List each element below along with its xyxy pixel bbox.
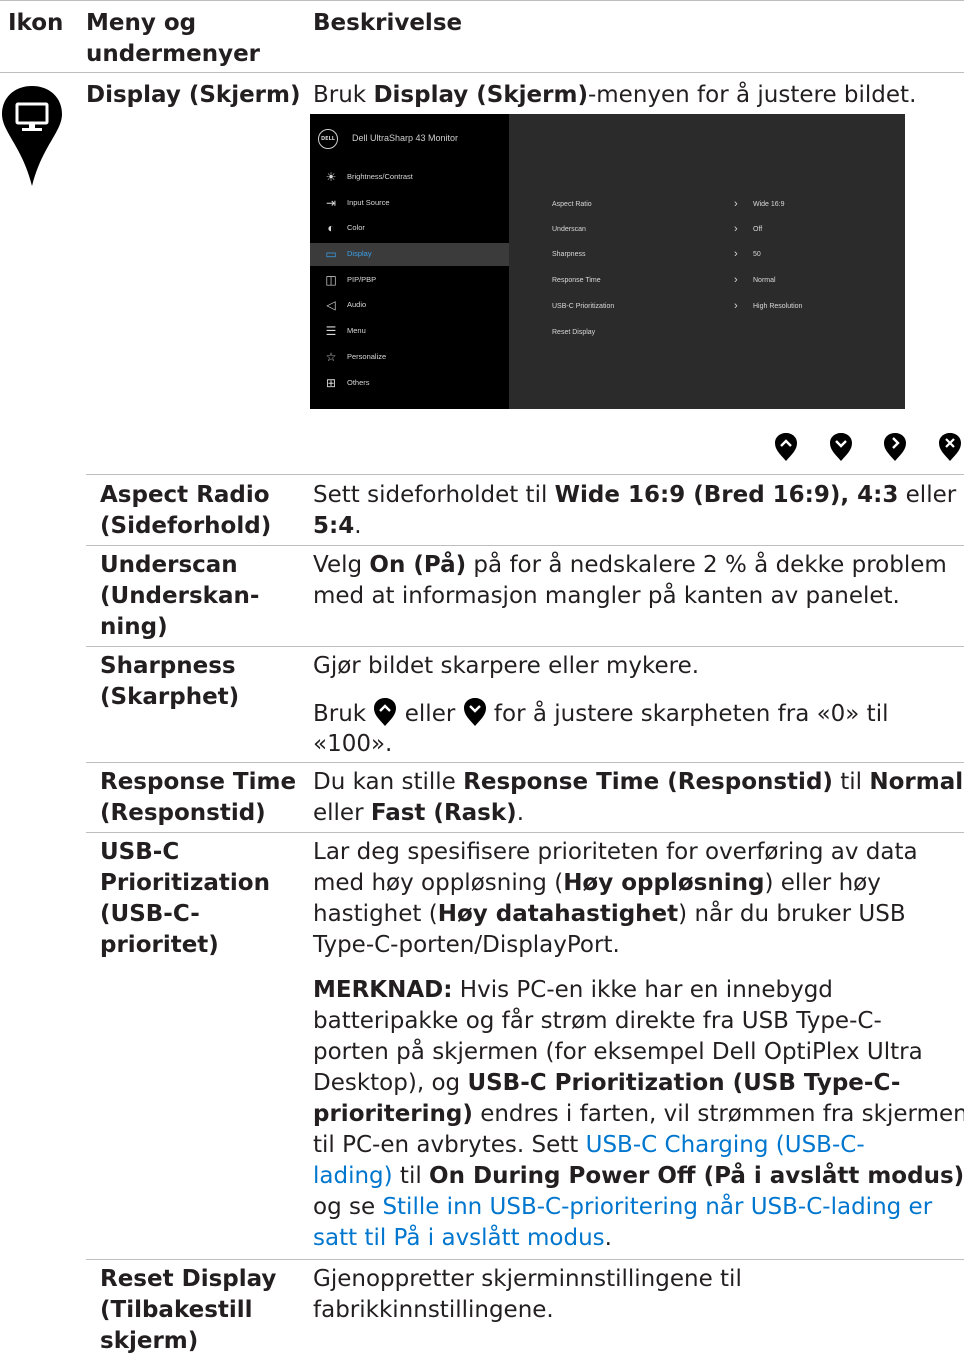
row-rule bbox=[86, 1259, 964, 1260]
pip-pbp-icon: ◫ bbox=[325, 273, 337, 287]
usbc-charging-link[interactable]: USB-C Charging (USB-C- bbox=[586, 1132, 865, 1158]
sharpness-name-1: Sharpness bbox=[100, 653, 236, 679]
usbc-charging-link[interactable]: lading) bbox=[313, 1163, 393, 1189]
row-rule bbox=[86, 474, 964, 475]
usbc-note-8: og se Stille inn USB-C-prioritering når … bbox=[313, 1194, 933, 1220]
row-rule bbox=[86, 762, 964, 763]
osd-setting-usbc-prioritization[interactable]: USB-C Prioritization › High Resolution bbox=[552, 300, 882, 317]
underscan-desc-2: med at informasjon mangler på kanten av … bbox=[313, 583, 900, 609]
display-menu-name: Display (Skjerm) bbox=[86, 82, 301, 108]
usbc-note-3: porten på skjermen (for eksempel Dell Op… bbox=[313, 1039, 923, 1065]
underscan-name-1: Underscan bbox=[100, 552, 238, 578]
usbc-desc-2: med høy oppløsning (Høy oppløsning) elle… bbox=[313, 870, 881, 896]
aspect-ratio-name-1: Aspect Radio bbox=[100, 482, 270, 508]
sharpness-desc-2: Bruk eller for å justere skarpheten fra … bbox=[313, 697, 889, 730]
osd-menu-menu[interactable]: ☰ Menu bbox=[310, 320, 509, 343]
reset-display-name-2: (Tilbakestill bbox=[100, 1297, 253, 1323]
close-icon bbox=[939, 433, 961, 461]
usbc-name-4: prioritet) bbox=[100, 932, 219, 958]
header-menu-col-line2: undermenyer bbox=[86, 41, 261, 67]
brightness-icon: ☀ bbox=[325, 170, 337, 184]
row-rule bbox=[86, 832, 964, 833]
usbc-note-4: Desktop), og USB-C Prioritization (USB T… bbox=[313, 1070, 901, 1096]
chevron-right-icon: › bbox=[734, 248, 738, 260]
aspect-ratio-desc-1: Sett sideforholdet til Wide 16:9 (Bred 1… bbox=[313, 482, 957, 508]
osd-setting-response-time[interactable]: Response Time › Normal bbox=[552, 274, 882, 291]
audio-icon: ◁ bbox=[326, 298, 336, 312]
chevron-right-icon: › bbox=[734, 223, 738, 235]
usbc-note-5: prioritering) endres i farten, vil strøm… bbox=[313, 1101, 964, 1127]
monitor-icon bbox=[2, 86, 62, 186]
sharpness-desc-1: Gjør bildet skarpere eller mykere. bbox=[313, 653, 700, 679]
dell-logo: DELL bbox=[318, 129, 338, 149]
osd-setting-sharpness[interactable]: Sharpness › 50 bbox=[552, 248, 882, 265]
table-top-rule bbox=[0, 0, 964, 1]
osd-menu-input-source[interactable]: ⇥ Input Source bbox=[310, 192, 509, 215]
header-menu-col-line1: Meny og bbox=[86, 10, 197, 36]
usbc-desc-3: hastighet (Høy datahastighet) når du bru… bbox=[313, 901, 906, 927]
usbc-note-2: batteripakke og får strøm direkte fra US… bbox=[313, 1008, 882, 1034]
chevron-right-icon: › bbox=[734, 300, 738, 312]
osd-setting-underscan[interactable]: Underscan › Off bbox=[552, 223, 882, 240]
star-icon: ☆ bbox=[325, 350, 337, 364]
usbc-desc-1: Lar deg spesifisere prioriteten for over… bbox=[313, 839, 918, 865]
menu-icon: ☰ bbox=[325, 324, 337, 338]
osd-setting-aspect-ratio[interactable]: Aspect Ratio › Wide 16:9 bbox=[552, 198, 882, 215]
display-menu-desc: Bruk Display (Skjerm)-menyen for å juste… bbox=[313, 82, 917, 108]
input-source-icon: ⇥ bbox=[325, 196, 337, 210]
usbc-priority-link[interactable]: Stille inn USB-C-prioritering når USB-C-… bbox=[382, 1194, 932, 1220]
header-desc-col: Beskrivelse bbox=[313, 10, 463, 36]
usbc-name-3: (USB-C- bbox=[100, 901, 200, 927]
right-icon bbox=[884, 433, 906, 461]
underscan-name-3: ning) bbox=[100, 614, 168, 640]
up-icon bbox=[374, 698, 397, 726]
osd-menu-display[interactable]: ▭ Display bbox=[310, 243, 509, 266]
underscan-name-2: (Underskan- bbox=[100, 583, 260, 609]
color-icon: ◐ bbox=[327, 221, 335, 235]
chevron-right-icon: › bbox=[734, 274, 738, 286]
osd-menu-audio[interactable]: ◁ Audio bbox=[310, 294, 509, 317]
response-time-name-2: (Responstid) bbox=[100, 800, 266, 826]
reset-display-desc-2: fabrikkinnstillingene. bbox=[313, 1297, 554, 1323]
reset-display-name-3: skjerm) bbox=[100, 1328, 199, 1354]
osd-title: Dell UltraSharp 43 Monitor bbox=[352, 133, 459, 143]
osd-setting-reset-display[interactable]: Reset Display bbox=[552, 329, 882, 343]
osd-menu-personalize[interactable]: ☆ Personalize bbox=[310, 346, 509, 369]
down-icon bbox=[830, 433, 852, 461]
up-icon bbox=[775, 433, 797, 461]
sharpness-desc-3: «100». bbox=[313, 731, 393, 757]
osd-menu-color[interactable]: ◐ Color bbox=[310, 217, 509, 240]
usbc-note-1: MERKNAD: Hvis PC-en ikke har en innebygd bbox=[313, 977, 833, 1003]
osd-menu-pip-pbp[interactable]: ◫ PIP/PBP bbox=[310, 269, 509, 292]
reset-display-name-1: Reset Display bbox=[100, 1266, 277, 1292]
aspect-ratio-desc-2: 5:4. bbox=[313, 513, 362, 539]
others-icon: ⊞ bbox=[325, 376, 337, 390]
usbc-name-2: Prioritization bbox=[100, 870, 270, 896]
row-rule bbox=[86, 545, 964, 546]
osd-screenshot: DELL Dell UltraSharp 43 Monitor ☀ Bright… bbox=[310, 114, 905, 409]
usbc-name-1: USB-C bbox=[100, 839, 180, 865]
usbc-note-6: til PC-en avbrytes. Sett USB-C Charging … bbox=[313, 1132, 865, 1158]
header-rule bbox=[0, 72, 964, 73]
osd-menu-brightness[interactable]: ☀ Brightness/Contrast bbox=[310, 166, 509, 189]
usbc-desc-4: Type-C-porten/DisplayPort. bbox=[313, 932, 620, 958]
usbc-note-7: lading) til On During Power Off (På i av… bbox=[313, 1163, 964, 1189]
sharpness-name-2: (Skarphet) bbox=[100, 684, 240, 710]
response-time-name-1: Response Time bbox=[100, 769, 297, 795]
down-icon bbox=[463, 698, 486, 726]
display-icon: ▭ bbox=[325, 247, 337, 261]
row-rule bbox=[86, 646, 964, 647]
underscan-desc-1: Velg On (På) på for å nedskalere 2 % å d… bbox=[313, 552, 947, 578]
reset-display-desc-1: Gjenoppretter skjerminnstillingene til bbox=[313, 1266, 742, 1292]
usbc-note-9: satt til På i avslått modus. bbox=[313, 1225, 612, 1251]
chevron-right-icon: › bbox=[734, 198, 738, 210]
aspect-ratio-name-2: (Sideforhold) bbox=[100, 513, 272, 539]
osd-sidebar: DELL Dell UltraSharp 43 Monitor ☀ Bright… bbox=[310, 114, 509, 409]
usbc-priority-link[interactable]: satt til På i avslått modus bbox=[313, 1225, 605, 1251]
response-time-desc-2: eller Fast (Rask). bbox=[313, 800, 524, 826]
osd-menu-others[interactable]: ⊞ Others bbox=[310, 372, 509, 395]
response-time-desc-1: Du kan stille Response Time (Responstid)… bbox=[313, 769, 964, 795]
header-icon-col: Ikon bbox=[8, 10, 64, 36]
